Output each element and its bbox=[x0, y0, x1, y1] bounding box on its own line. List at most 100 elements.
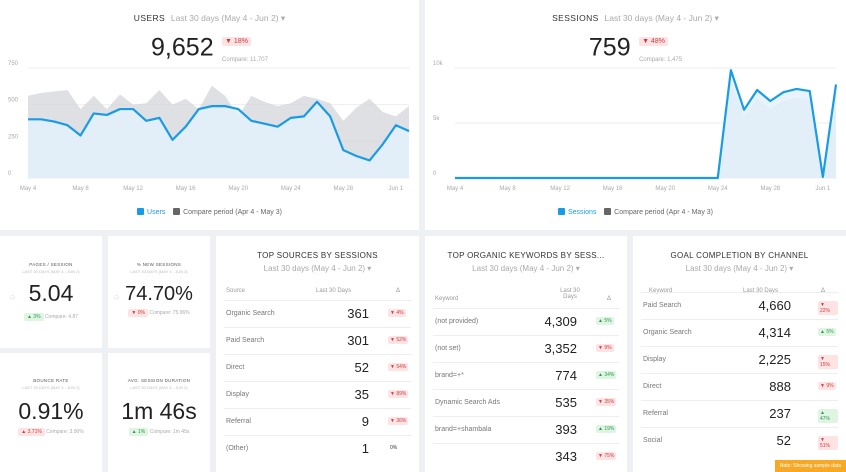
x-tick-label: May 24 bbox=[708, 186, 728, 192]
row-change-badge: ▼ 75% bbox=[596, 452, 617, 460]
row-change-badge: ▼ 22% bbox=[818, 301, 838, 315]
table-row[interactable]: Direct 52 ▼ 54% bbox=[224, 354, 411, 381]
top-keywords-period-dropdown[interactable]: Last 30 days (May 4 - Jun 2) ▾ bbox=[425, 264, 627, 273]
row-value: 4,660 bbox=[758, 298, 791, 313]
kpi-footer: ▼ 0% Compare: 75.06% bbox=[108, 309, 210, 317]
legend-users-compare[interactable]: Compare period (Apr 4 - May 3) bbox=[173, 208, 282, 216]
kpi-compare: Compare: 75.06% bbox=[149, 310, 190, 316]
sessions-legend: Sessions Compare period (Apr 4 - May 3) bbox=[425, 208, 846, 216]
legend-users[interactable]: Users bbox=[137, 208, 165, 216]
row-name: Direct bbox=[643, 383, 662, 390]
x-tick-label: May 28 bbox=[333, 186, 353, 192]
x-tick-label: May 16 bbox=[176, 186, 196, 192]
kpi-footer: ▲ 3.71% Compare: 3.90% bbox=[0, 428, 102, 436]
goal-completion-title: GOAL COMPLETION BY CHANNEL bbox=[670, 251, 809, 260]
table-row[interactable]: Display 2,225 ▼ 15% bbox=[641, 346, 838, 373]
kpi-pages-per-session: PAGES / SESSION LAST 30 DAYS (MAY 4 - JU… bbox=[0, 236, 102, 348]
y-tick-label: 10k bbox=[433, 61, 444, 67]
row-name: Organic Search bbox=[643, 329, 692, 336]
sessions-chart: 10k 5k 0 May 4 May 8 May 12 May 16 May 20 May 24… bbox=[433, 61, 838, 192]
row-value: 237 bbox=[769, 406, 791, 421]
row-value: 2,225 bbox=[758, 352, 791, 367]
row-name: Paid Search bbox=[643, 302, 682, 309]
table-row[interactable]: Referral 9 ▼ 36% bbox=[224, 408, 411, 435]
row-change-badge: ▼ 9% bbox=[818, 382, 836, 390]
row-name: (Other) bbox=[226, 445, 249, 452]
row-value: 1 bbox=[361, 441, 369, 456]
x-tick-label: Jun 1 bbox=[816, 186, 831, 192]
row-change-badge: ▼ 35% bbox=[596, 398, 617, 406]
row-name: Display bbox=[643, 356, 666, 363]
table-row[interactable]: Referral 237 ▲ 47% bbox=[641, 400, 838, 427]
col-header-last30: Last 30 Days bbox=[560, 288, 580, 300]
kpi-subtitle: LAST 30 DAYS (MAY 4 - JUN 2) bbox=[130, 269, 188, 274]
table-row[interactable]: Social 52 ▼ 51% bbox=[641, 427, 838, 454]
table-row[interactable]: 343 ▼ 75% bbox=[433, 443, 619, 470]
row-value: 52 bbox=[776, 433, 791, 448]
x-tick-label: May 4 bbox=[20, 186, 37, 192]
legend-sessions[interactable]: Sessions bbox=[557, 208, 596, 216]
y-tick-label: 0 bbox=[8, 171, 12, 177]
kpi-change: ▲ 3.71% bbox=[18, 428, 45, 436]
kpi-compare: Compare: 1m 45s bbox=[149, 429, 190, 435]
kpi-subtitle: LAST 30 DAYS (MAY 4 - JUN 2) bbox=[130, 385, 188, 390]
table-row[interactable]: Paid Search 4,660 ▼ 22% bbox=[641, 292, 838, 319]
kpi-subtitle: LAST 30 DAYS (MAY 4 - JUN 2) bbox=[22, 269, 80, 274]
x-tick-label: May 12 bbox=[550, 186, 570, 192]
row-name: Referral bbox=[226, 418, 251, 425]
legend-sessions-compare[interactable]: Compare period (Apr 4 - May 3) bbox=[604, 208, 713, 216]
kpi-title: BOUNCE RATE bbox=[33, 378, 69, 383]
goal-completion-period-dropdown[interactable]: Last 30 days (May 4 - Jun 2) ▾ bbox=[633, 264, 846, 273]
row-change-badge: 0% bbox=[390, 445, 398, 451]
kpi-compare: Compare: 3.90% bbox=[46, 429, 84, 435]
kpi-new-sessions: % NEW SESSIONS LAST 30 DAYS (MAY 4 - JUN… bbox=[108, 236, 210, 348]
goal-completion-card: GOAL COMPLETION BY CHANNEL Last 30 days … bbox=[633, 236, 846, 472]
table-row[interactable]: (not set) 3,352 ▼ 9% bbox=[433, 335, 619, 362]
kpi-change: ▲ 3% bbox=[23, 313, 44, 321]
x-tick-label: May 20 bbox=[228, 186, 248, 192]
sessions-card: SESSIONS Last 30 days (May 4 - Jun 2) ▾ … bbox=[425, 0, 846, 230]
row-name: (not provided) bbox=[435, 318, 479, 325]
kpi-footer: ▲ 1% Compare: 1m 45s bbox=[108, 428, 210, 436]
y-tick-label: 0 bbox=[433, 171, 437, 177]
kpi-title: AVG. SESSION DURATION bbox=[127, 378, 191, 383]
x-tick-label: Jun 1 bbox=[389, 186, 404, 192]
col-header-delta: Δ bbox=[607, 296, 612, 302]
users-chart: 750 500 250 0 May 4 May 8 May 12 May 16 May 20 Ma… bbox=[8, 61, 410, 192]
table-row[interactable]: brand=+shambala 393 ▲ 19% bbox=[433, 416, 619, 443]
kpi-subtitle: LAST 30 DAYS (MAY 4 - JUN 2) bbox=[22, 385, 80, 390]
row-change-badge: ▼ 4% bbox=[388, 309, 406, 317]
row-name: Organic Search bbox=[226, 310, 275, 317]
table-row[interactable]: Organic Search 4,314 ▲ 5% bbox=[641, 319, 838, 346]
kpi-change: ▼ 0% bbox=[128, 309, 148, 317]
top-keywords-card: TOP ORGANIC KEYWORDS BY SESS... Last 30 … bbox=[425, 236, 627, 472]
row-name: (not set) bbox=[435, 345, 461, 352]
table-row[interactable]: brand=+* 774 ▲ 34% bbox=[433, 362, 619, 389]
table-row[interactable]: Dynamic Search Ads 535 ▼ 35% bbox=[433, 389, 619, 416]
table-row[interactable]: Direct 888 ▼ 9% bbox=[641, 373, 838, 400]
x-tick-label: May 8 bbox=[72, 186, 89, 192]
row-change-badge: ▼ 36% bbox=[388, 417, 409, 425]
row-name: brand=+shambala bbox=[435, 426, 492, 433]
kpi-value: 1m 46s bbox=[121, 398, 197, 424]
table-row[interactable]: Organic Search 361 ▼ 4% bbox=[224, 300, 411, 327]
row-value: 301 bbox=[347, 333, 369, 348]
table-row[interactable]: Paid Search 301 ▼ 52% bbox=[224, 327, 411, 354]
table-row[interactable]: (Other) 1 0% bbox=[224, 435, 411, 462]
kpi-title: PAGES / SESSION bbox=[29, 262, 73, 267]
kpi-avg-session-duration: AVG. SESSION DURATION LAST 30 DAYS (MAY … bbox=[108, 353, 210, 472]
table-row[interactable]: (not provided) 4,309 ▲ 5% bbox=[433, 308, 619, 335]
x-tick-label: May 4 bbox=[447, 186, 464, 192]
row-value: 343 bbox=[555, 449, 577, 464]
col-header-keyword: Keyword bbox=[435, 296, 459, 302]
row-name: Referral bbox=[643, 410, 668, 417]
kpi-value: 5.04 bbox=[28, 280, 74, 306]
row-change-badge: ▲ 5% bbox=[818, 328, 836, 336]
row-change-badge: ▲ 34% bbox=[596, 371, 617, 379]
table-row[interactable]: Display 35 ▼ 89% bbox=[224, 381, 411, 408]
x-tick-label: May 16 bbox=[603, 186, 623, 192]
row-change-badge: ▲ 5% bbox=[596, 317, 614, 325]
y-tick-label: 500 bbox=[8, 98, 19, 104]
top-sources-card: TOP SOURCES BY SESSIONS Last 30 days (Ma… bbox=[216, 236, 419, 472]
top-sources-period-dropdown[interactable]: Last 30 days (May 4 - Jun 2) ▾ bbox=[216, 264, 419, 273]
